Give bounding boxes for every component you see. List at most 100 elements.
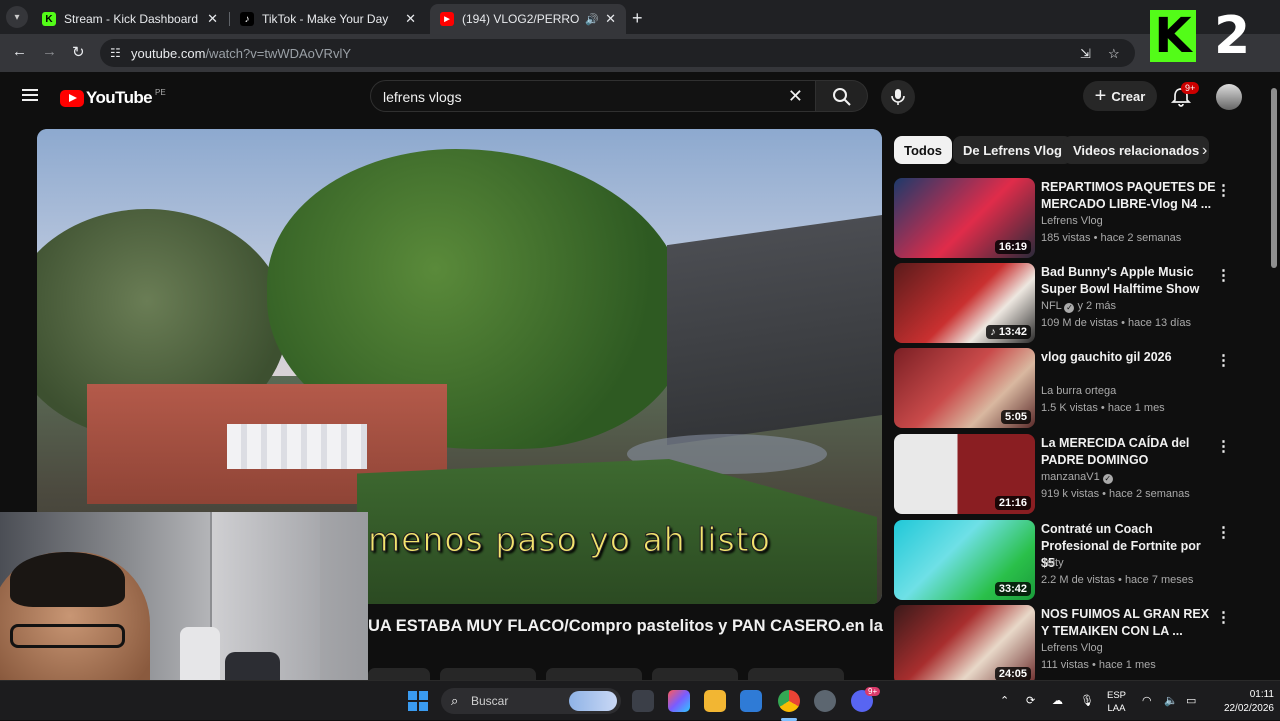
close-icon[interactable]: ✕: [605, 11, 616, 27]
channel-name[interactable]: Lefrens Vlog: [1041, 642, 1103, 654]
more-vert-icon[interactable]: ⋮: [1216, 181, 1231, 199]
chevron-up-icon[interactable]: ⌃: [1000, 694, 1009, 707]
more-vert-icon[interactable]: ⋮: [1216, 437, 1231, 455]
reload-icon[interactable]: ↻: [72, 43, 85, 61]
address-bar[interactable]: ☷ youtube.com/watch?v=twWDAoVRvlY ⇲ ☆: [100, 39, 1135, 67]
create-button[interactable]: + Crear: [1083, 81, 1157, 111]
video-meta: 2.2 M de vistas • hace 7 meses: [1041, 574, 1194, 586]
video-title[interactable]: La MERECIDA CAÍDA del PADRE DOMINGO: [1041, 435, 1217, 469]
scrollbar-thumb[interactable]: [1271, 88, 1277, 268]
obs-icon[interactable]: [814, 690, 836, 712]
copilot-icon[interactable]: [668, 690, 690, 712]
youtube-play-icon: [60, 89, 84, 107]
bookmark-star-icon[interactable]: ☆: [1108, 46, 1120, 62]
verified-check-icon: ✓: [1102, 474, 1113, 484]
search-icon: [833, 88, 851, 106]
video-title[interactable]: Contraté un Coach Profesional de Fortnit…: [1041, 521, 1217, 572]
video-title[interactable]: REPARTIMOS PAQUETES DE MERCADO LIBRE-Vlo…: [1041, 179, 1217, 213]
channel-name[interactable]: NFL ✓ y 2 más: [1041, 300, 1116, 313]
speaker-icon[interactable]: 🔊: [585, 13, 599, 26]
channel-name[interactable]: manzanaV1 ✓: [1041, 471, 1113, 484]
tab-title: (194) VLOG2/PERRO ATADO: [462, 12, 581, 26]
close-icon[interactable]: ✕: [788, 86, 803, 107]
search-highlight-art: [569, 691, 617, 711]
search-icon: ⌕: [451, 693, 459, 708]
video-title[interactable]: vlog gauchito gil 2026: [1041, 349, 1217, 366]
more-vert-icon[interactable]: ⋮: [1216, 351, 1231, 369]
more-vert-icon[interactable]: ⋮: [1216, 608, 1231, 626]
duration-badge: 33:42: [994, 582, 1031, 596]
list-item[interactable]: 24:05 NOS FUIMOS AL GRAN REX Y TEMAIKEN …: [894, 605, 1254, 685]
more-vert-icon[interactable]: ⋮: [1216, 266, 1231, 284]
install-app-icon[interactable]: ⇲: [1080, 46, 1091, 62]
clock-time: 01:11: [1249, 689, 1274, 700]
duration-badge: 5:05: [1000, 410, 1031, 424]
site-info-icon[interactable]: ☷: [110, 46, 121, 60]
search-input[interactable]: lefrens vlogs ✕: [370, 80, 816, 112]
page-scrollbar[interactable]: [1268, 72, 1280, 680]
chip-todos[interactable]: Todos: [894, 136, 953, 164]
close-icon[interactable]: ✕: [405, 11, 416, 27]
video-thumbnail[interactable]: 5:05: [894, 348, 1035, 428]
video-thumbnail[interactable]: 16:19: [894, 178, 1035, 258]
video-thumbnail[interactable]: 24:05: [894, 605, 1035, 685]
list-item[interactable]: ♪ 13:42 Bad Bunny's Apple Music Super Bo…: [894, 263, 1254, 343]
tab-search-menu-button[interactable]: ▾: [6, 6, 28, 28]
video-meta: 185 vistas • hace 2 semanas: [1041, 232, 1182, 244]
create-label: Crear: [1111, 88, 1146, 104]
close-icon[interactable]: ✕: [207, 11, 218, 27]
voice-search-button[interactable]: [881, 80, 915, 114]
new-tab-button[interactable]: +: [632, 8, 643, 29]
tiktok-icon: ♪: [240, 12, 254, 26]
chevron-right-icon[interactable]: ›: [1202, 142, 1207, 160]
tab-youtube-video[interactable]: ▶ (194) VLOG2/PERRO ATADO 🔊 ✕: [430, 4, 626, 34]
layout-code: LAA: [1107, 703, 1126, 714]
video-thumbnail[interactable]: 21:16: [894, 434, 1035, 514]
list-item[interactable]: 21:16 La MERECIDA CAÍDA del PADRE DOMING…: [894, 434, 1254, 514]
back-arrow-icon[interactable]: ←: [12, 43, 27, 60]
forward-arrow-icon[interactable]: →: [42, 43, 57, 60]
kick-logo-number: 2: [1214, 6, 1251, 66]
youtube-logo[interactable]: YouTube PE: [60, 88, 166, 108]
avatar[interactable]: [1216, 84, 1242, 110]
wifi-icon[interactable]: ◠: [1142, 694, 1152, 707]
plus-icon: +: [1094, 85, 1107, 107]
video-thumbnail[interactable]: 33:42: [894, 520, 1035, 600]
video-title[interactable]: Bad Bunny's Apple Music Super Bowl Halft…: [1041, 264, 1217, 298]
chip-de-lefrens-vlog[interactable]: De Lefrens Vlog: [953, 136, 1072, 164]
search-button[interactable]: [816, 80, 868, 112]
microphone-icon[interactable]: 🎙: [1080, 694, 1094, 707]
list-item[interactable]: 5:05 vlog gauchito gil 2026 La burra ort…: [894, 348, 1254, 428]
menu-icon[interactable]: [22, 89, 38, 101]
task-view-icon[interactable]: [632, 690, 654, 712]
keyboard-language[interactable]: ESP LAA: [1107, 689, 1126, 715]
browser-toolbar: ← → ↻ ☷ youtube.com/watch?v=twWDAoVRvlY …: [0, 34, 1280, 72]
chip-videos-relacionados[interactable]: Videos relacionados: [1063, 136, 1210, 164]
list-item[interactable]: 33:42 Contraté un Coach Profesional de F…: [894, 520, 1254, 600]
video-thumbnail[interactable]: ♪ 13:42: [894, 263, 1035, 343]
url-text[interactable]: youtube.com/watch?v=twWDAoVRvlY: [131, 46, 351, 61]
tab-kick-dashboard[interactable]: K Stream - Kick Dashboard ✕: [32, 4, 228, 34]
taskbar-search-input[interactable]: ⌕ Buscar: [441, 688, 621, 714]
tab-tiktok[interactable]: ♪ TikTok - Make Your Day ✕: [230, 4, 426, 34]
file-explorer-icon[interactable]: [704, 690, 726, 712]
channel-name[interactable]: Lefrens Vlog: [1041, 215, 1103, 227]
channel-label: manzanaV1: [1041, 471, 1100, 483]
channel-name[interactable]: La burra ortega: [1041, 385, 1116, 397]
windows-start-icon[interactable]: [408, 691, 428, 711]
chrome-icon[interactable]: [778, 690, 800, 712]
windows-taskbar: ⌕ Buscar 9+ ⌃ ⟳ ☁ 🎙 ESP LAA ◠ 🔈 ▭ 01:11 …: [0, 680, 1280, 721]
video-meta: 1.5 K vistas • hace 1 mes: [1041, 402, 1165, 414]
channel-name[interactable]: Jelty: [1041, 557, 1064, 569]
system-clock[interactable]: 01:11 22/02/2026: [1208, 688, 1274, 716]
video-title[interactable]: NOS FUIMOS AL GRAN REX Y TEMAIKEN CON LA…: [1041, 606, 1217, 640]
battery-icon[interactable]: ▭: [1186, 694, 1196, 707]
webcam-person-glasses: [10, 624, 125, 648]
cloud-icon[interactable]: ☁: [1052, 694, 1063, 707]
microsoft-store-icon[interactable]: [740, 690, 762, 712]
volume-icon[interactable]: 🔈: [1164, 694, 1178, 707]
sync-icon[interactable]: ⟳: [1026, 694, 1035, 707]
taskbar-search-placeholder: Buscar: [471, 694, 509, 708]
more-vert-icon[interactable]: ⋮: [1216, 523, 1231, 541]
list-item[interactable]: 16:19 REPARTIMOS PAQUETES DE MERCADO LIB…: [894, 178, 1254, 258]
